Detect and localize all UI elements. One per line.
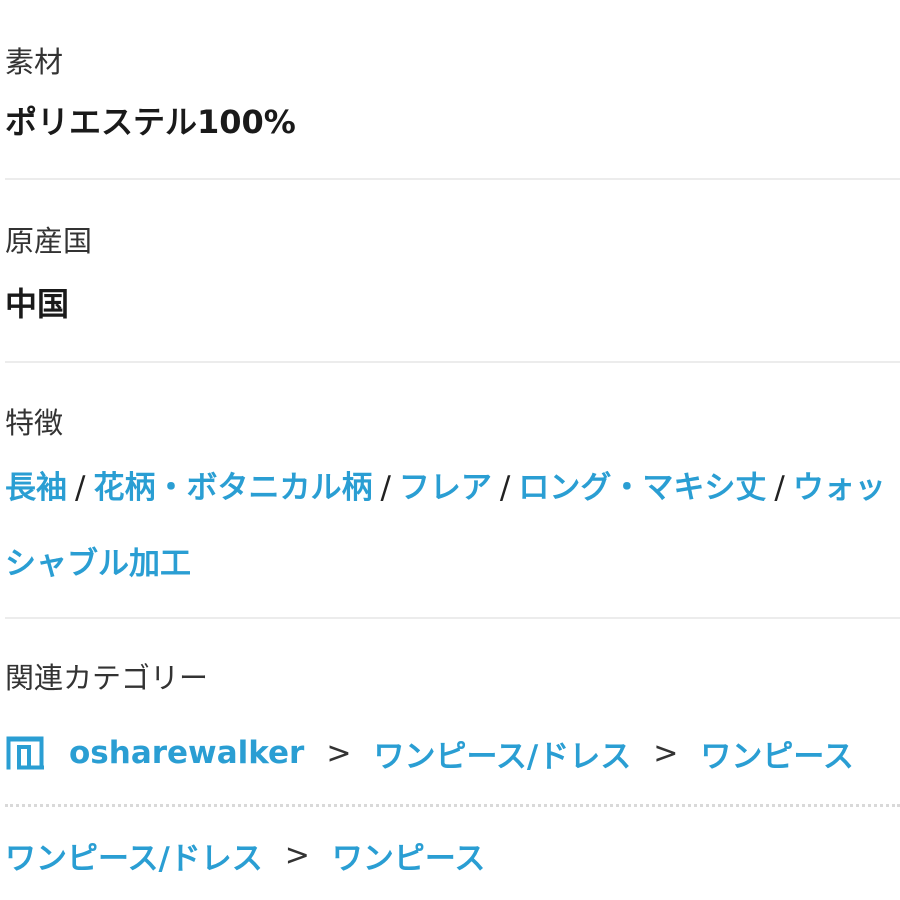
breadcrumb-separator: > — [326, 735, 352, 771]
features-section: 特徴 長袖 / 花柄・ボタニカル柄 / フレア / ロング・マキシ丈 / ウォッシャブル加工 — [0, 364, 900, 620]
breadcrumb-link-category[interactable]: ワンピース/ドレス — [373, 731, 631, 776]
breadcrumb-link-subcategory[interactable]: ワンピース — [700, 731, 853, 776]
breadcrumb-separator: > — [653, 735, 679, 771]
material-value: ポリエステル100% — [5, 103, 296, 141]
feature-separator: / — [499, 470, 511, 506]
dotted-divider — [5, 804, 900, 807]
features-list: 長袖 / 花柄・ボタニカル柄 / フレア / ロング・マキシ丈 / ウォッシャブル加工 — [5, 450, 895, 602]
category-breadcrumb: ワンピース/ドレス > ワンピース — [5, 830, 485, 880]
related-categories-label: 関連カテゴリー — [5, 661, 209, 695]
feature-link[interactable]: フレア — [399, 470, 492, 506]
origin-section: 原産国 中国 — [0, 180, 900, 364]
feature-link[interactable]: 長袖 — [5, 470, 67, 506]
feature-separator: / — [75, 470, 86, 506]
feature-separator: / — [774, 470, 785, 506]
breadcrumb-link-category[interactable]: ワンピース/ドレス — [5, 833, 263, 878]
category-breadcrumb: osharewalker > ワンピース/ドレス > ワンピース — [5, 728, 854, 778]
features-label: 特徴 — [5, 406, 64, 440]
origin-label: 原産国 — [5, 224, 93, 258]
feature-link[interactable]: 花柄・ボタニカル柄 — [93, 470, 372, 506]
feature-link[interactable]: ロング・マキシ丈 — [518, 470, 766, 506]
store-icon — [5, 735, 45, 771]
material-label: 素材 — [5, 45, 64, 79]
material-section: 素材 ポリエステル100% — [0, 0, 900, 180]
divider — [5, 617, 900, 619]
divider — [5, 361, 900, 363]
related-categories-section: 関連カテゴリー osharewalker > ワンピース/ドレス > ワンピース… — [0, 620, 900, 900]
breadcrumb-separator: > — [284, 837, 310, 873]
origin-value: 中国 — [5, 285, 70, 323]
breadcrumb-link-shop[interactable]: osharewalker — [69, 735, 304, 771]
feature-separator: / — [380, 470, 391, 506]
breadcrumb-link-subcategory[interactable]: ワンピース — [332, 833, 485, 878]
